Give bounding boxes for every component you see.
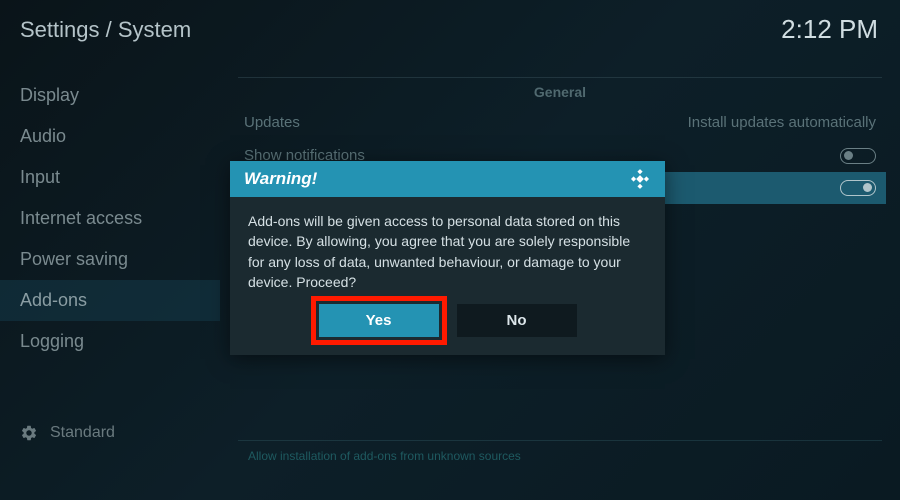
sidebar-item-input[interactable]: Input (0, 157, 220, 198)
warning-dialog: Warning! Add-ons will be given access to… (230, 161, 665, 355)
kodi-logo-icon (629, 168, 651, 190)
sidebar-item-audio[interactable]: Audio (0, 116, 220, 157)
yes-button[interactable]: Yes (319, 304, 439, 337)
clock: 2:12 PM (781, 14, 878, 45)
breadcrumb: Settings / System (20, 17, 191, 43)
gear-icon (20, 424, 38, 442)
dialog-header: Warning! (230, 161, 665, 197)
sidebar: Display Audio Input Internet access Powe… (0, 55, 220, 499)
yes-button-label: Yes (366, 312, 392, 329)
no-button-label: No (507, 312, 527, 329)
section-title: General (238, 78, 882, 106)
sidebar-item-logging[interactable]: Logging (0, 321, 220, 362)
header: Settings / System 2:12 PM (0, 0, 900, 55)
no-button[interactable]: No (457, 304, 577, 337)
setting-row-updates[interactable]: Updates Install updates automatically (238, 106, 882, 139)
settings-level-label: Standard (50, 424, 115, 442)
dialog-message: Add-ons will be given access to personal… (230, 197, 665, 304)
toggle-on-icon[interactable] (840, 180, 876, 196)
dialog-title: Warning! (244, 169, 317, 189)
sidebar-item-display[interactable]: Display (0, 75, 220, 116)
toggle-off-icon[interactable] (840, 148, 876, 164)
setting-value: Install updates automatically (688, 114, 876, 131)
setting-label: Updates (244, 114, 300, 131)
settings-level-selector[interactable]: Standard (0, 414, 135, 452)
footer-hint: Allow installation of add-ons from unkno… (248, 449, 521, 463)
sidebar-item-add-ons[interactable]: Add-ons (0, 280, 220, 321)
dialog-buttons: Yes No (230, 304, 665, 355)
sidebar-item-power-saving[interactable]: Power saving (0, 239, 220, 280)
divider (238, 440, 882, 441)
sidebar-item-internet-access[interactable]: Internet access (0, 198, 220, 239)
